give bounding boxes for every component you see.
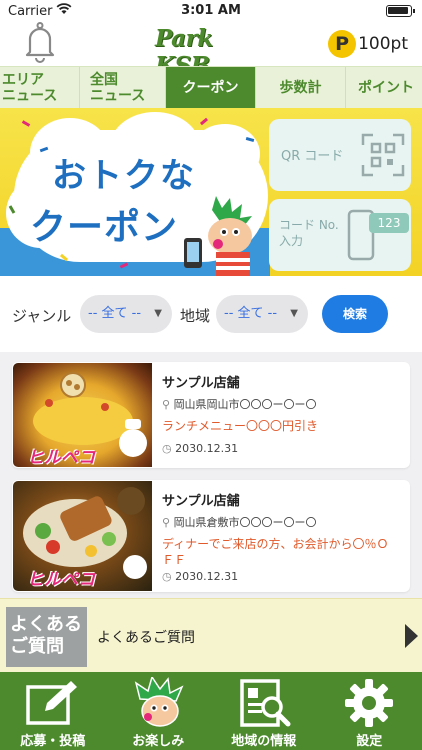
banner-title-line1: おトクな [52, 156, 196, 196]
search-button[interactable]: 検索 [322, 295, 388, 333]
genre-label: ジャンル [12, 307, 72, 325]
chevron-right-icon [405, 624, 418, 648]
faq-icon-line2: ご質問 [10, 636, 64, 657]
pencil-icon [26, 681, 77, 725]
nav-local-info-label: 地域の情報 [231, 734, 297, 749]
coupon-expiry-text: 2030.12.31 [175, 442, 239, 455]
location-pin-icon: ⚲ [162, 516, 171, 529]
area-select-value: -- 全て -- [224, 306, 278, 321]
code-number-badge: 123 [369, 213, 409, 233]
confetti [199, 117, 209, 126]
qr-scan-icon [361, 133, 405, 177]
battery-icon [386, 5, 415, 17]
clock-icon: ◷ [162, 442, 172, 455]
banner-title-line2: クーポン [30, 207, 179, 248]
area-select[interactable]: -- 全て -- ▼ [216, 295, 308, 333]
points-display[interactable]: P 100pt [328, 30, 408, 58]
status-time: 3:01 AM [181, 3, 241, 18]
hirupeko-logo: ヒルペコ [27, 448, 95, 467]
bell-icon[interactable] [22, 22, 58, 64]
genre-select-value: -- 全て -- [88, 306, 142, 321]
status-bar: Carrier 3:01 AM [0, 0, 422, 22]
faq-icon-line1: よくある [10, 614, 82, 635]
tab-area-news[interactable]: エリア ニュース [0, 67, 80, 109]
chevron-down-icon: ▼ [290, 308, 298, 319]
category-tabs: エリア ニュース 全国 ニュース クーポン 歩数計 ポイント [0, 66, 422, 109]
faq-label: よくあるご質問 [97, 630, 195, 646]
cloud-bump [190, 124, 260, 184]
qr-code-label: QR コード [281, 149, 344, 164]
points-value: 100pt [358, 34, 408, 54]
bottom-navigation: 応募・投稿 お楽しみ 地域の情報 設定 [0, 672, 422, 750]
store-address: ⚲ 岡山県岡山市〇〇〇ー〇ー〇 [162, 396, 317, 412]
nav-apply-post[interactable]: 応募・投稿 [0, 672, 106, 750]
store-name: サンプル店舗 [162, 494, 240, 509]
code-label-line1: コード No. [279, 218, 339, 232]
store-address: ⚲ 岡山県倉敷市〇〇〇ー〇ー〇 [162, 514, 317, 530]
coupon-expiry-text: 2030.12.31 [175, 570, 239, 583]
coupon-card[interactable]: ヒルペコ サンプル店舗 ⚲ 岡山県倉敷市〇〇〇ー〇ー〇 ディナーでご来店の方、お… [12, 480, 410, 592]
coupon-description: ディナーでご来店の方、お会計から〇％ＯＦＦ [162, 537, 389, 567]
faq-icon: よくある ご質問 [6, 607, 87, 667]
mascot-illustration [184, 196, 252, 276]
faq-link[interactable]: よくある ご質問 よくあるご質問 [0, 598, 422, 672]
area-label: 地域 [180, 307, 211, 325]
location-pin-icon: ⚲ [162, 398, 171, 411]
park-ksb-logo: Park KSB [155, 25, 269, 83]
code-label-line2: 入力 [279, 234, 304, 248]
coupon-expiry: ◷ 2030.12.31 [162, 442, 238, 455]
tab-coupon[interactable]: クーポン [166, 67, 256, 109]
store-address-text: 岡山県岡山市〇〇〇ー〇ー〇 [173, 398, 317, 411]
tab-national-news[interactable]: 全国 ニュース [80, 67, 166, 109]
clock-icon: ◷ [162, 570, 172, 583]
coupon-thumbnail: ヒルペコ [13, 481, 152, 591]
coupon-thumbnail: ヒルペコ [13, 363, 152, 467]
newspaper-icon [240, 679, 291, 727]
code-number-label: コード No. 入力 [279, 217, 339, 249]
nav-local-info[interactable]: 地域の情報 [211, 672, 317, 750]
confetti [21, 120, 31, 127]
hirupeko-logo: ヒルペコ [27, 570, 95, 590]
coupon-card[interactable]: ヒルペコ サンプル店舗 ⚲ 岡山県岡山市〇〇〇ー〇ー〇 ランチメニュー〇〇〇円引… [12, 362, 410, 468]
app-header: Park KSB P 100pt [0, 22, 422, 83]
nav-settings[interactable]: 設定 [317, 672, 422, 750]
genre-select[interactable]: -- 全て -- ▼ [80, 295, 172, 333]
code-number-button[interactable]: コード No. 入力 123 [269, 199, 411, 271]
store-name: サンプル店舗 [162, 376, 240, 391]
nav-fun-label: お楽しみ [132, 734, 185, 749]
points-coin-icon: P [328, 30, 357, 58]
qr-code-button[interactable]: QR コード [269, 119, 411, 191]
nav-fun[interactable]: お楽しみ [106, 672, 212, 750]
tab-pedometer[interactable]: 歩数計 [256, 67, 346, 109]
coupon-expiry: ◷ 2030.12.31 [162, 570, 238, 583]
mascot-icon [135, 677, 184, 727]
coupon-banner: おトクな クーポン QR コード コード No. 入力 123 [0, 108, 422, 276]
coupon-description: ランチメニュー〇〇〇円引き [162, 419, 319, 433]
nav-settings-label: 設定 [356, 734, 383, 749]
nav-apply-post-label: 応募・投稿 [20, 734, 86, 749]
chevron-down-icon: ▼ [154, 308, 162, 319]
store-address-text: 岡山県倉敷市〇〇〇ー〇ー〇 [173, 516, 317, 529]
tab-points[interactable]: ポイント [346, 67, 422, 109]
gear-icon [345, 679, 394, 727]
coupon-list: ヒルペコ サンプル店舗 ⚲ 岡山県岡山市〇〇〇ー〇ー〇 ランチメニュー〇〇〇円引… [0, 352, 422, 606]
filter-bar: ジャンル -- 全て -- ▼ 地域 -- 全て -- ▼ 検索 [0, 276, 422, 352]
